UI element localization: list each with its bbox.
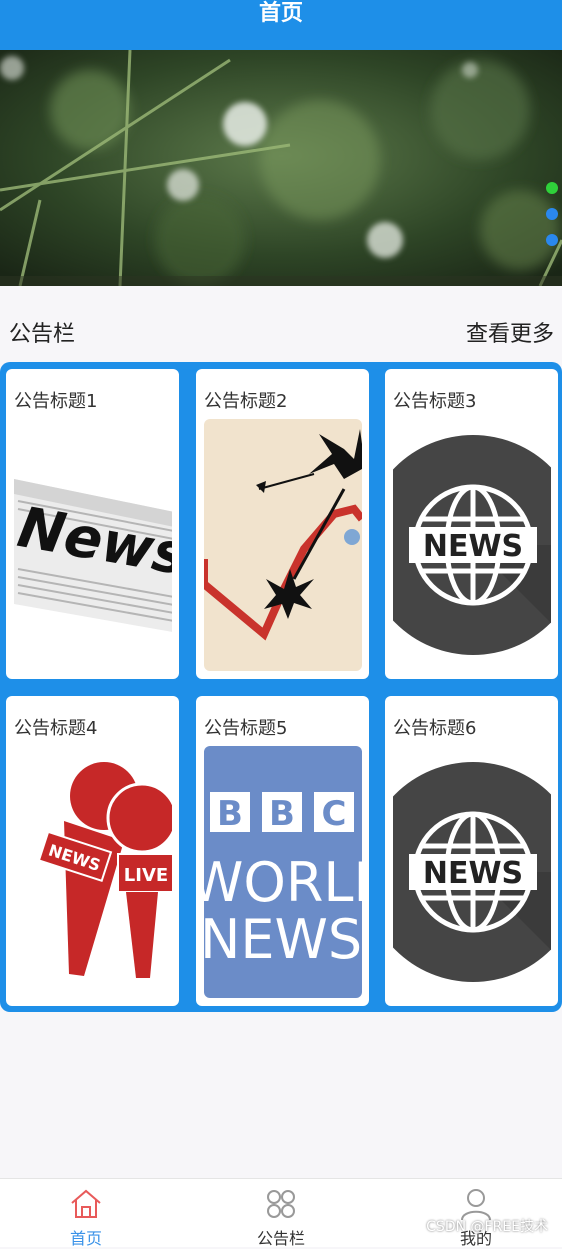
svg-text:C: C [322, 794, 347, 834]
svg-text:NEWS: NEWS [423, 856, 523, 891]
svg-text:B: B [217, 794, 243, 834]
home-icon [69, 1187, 103, 1225]
banner-carousel[interactable] [0, 50, 562, 286]
svg-text:B: B [269, 794, 295, 834]
notice-card-title: 公告标题1 [14, 391, 98, 412]
microphones-image: NEWS LIVE [14, 746, 172, 998]
svg-text:WORLD: WORLD [204, 851, 362, 914]
svg-text:LIVE: LIVE [124, 865, 168, 886]
notice-card[interactable]: 公告标题5 B B C WORLD NEWS [196, 696, 369, 1006]
view-more-link[interactable]: 查看更多 [466, 316, 554, 348]
news-globe-image: NEWS [393, 419, 551, 671]
banner-image [0, 50, 562, 286]
notice-card[interactable]: 公告标题6 NEWS [385, 696, 558, 1006]
carousel-indicators [546, 182, 560, 260]
svg-text:NEWS: NEWS [423, 529, 523, 564]
tab-notice-label: 公告栏 [256, 1229, 305, 1248]
watermark: CSDN @FREE技术 [426, 1219, 548, 1235]
notice-card[interactable]: 公告标题2 [196, 369, 369, 679]
notice-grid: 公告标题1 News 公告标题2 公告标题3 NEWS 公告标题4 NEWS L… [0, 362, 562, 1012]
stock-chart-image [204, 419, 362, 671]
carousel-dot[interactable] [546, 208, 558, 220]
notice-card-title: 公告标题3 [393, 391, 477, 412]
notice-header: 公告栏 查看更多 [0, 300, 562, 362]
grid-icon [264, 1187, 298, 1225]
notice-card[interactable]: 公告标题3 NEWS [385, 369, 558, 679]
notice-card[interactable]: 公告标题4 NEWS LIVE [6, 696, 179, 1006]
tab-notice[interactable]: 公告栏 [221, 1179, 341, 1248]
bbc-world-news-image: B B C WORLD NEWS [204, 746, 362, 998]
notice-card-title: 公告标题6 [393, 718, 477, 739]
carousel-dot[interactable] [546, 234, 558, 246]
notice-card-title: 公告标题4 [14, 718, 98, 739]
notice-card[interactable]: 公告标题1 News [6, 369, 179, 679]
notice-card-title: 公告标题5 [204, 718, 288, 739]
tab-home-label: 首页 [69, 1229, 102, 1248]
top-nav-bar: 首页 [0, 0, 562, 50]
tab-home[interactable]: 首页 [26, 1179, 146, 1248]
tab-mine[interactable]: 我的 [416, 1179, 536, 1248]
bottom-tab-bar: 首页 公告栏 我的 [0, 1178, 562, 1248]
news-globe-image: NEWS [393, 746, 551, 998]
carousel-dot[interactable] [546, 182, 558, 194]
newspaper-image: News [14, 419, 172, 671]
notice-title: 公告栏 [9, 322, 76, 347]
page-title: 首页 [258, 1, 303, 26]
svg-text:NEWS: NEWS [204, 908, 362, 971]
notice-card-title: 公告标题2 [204, 391, 288, 412]
